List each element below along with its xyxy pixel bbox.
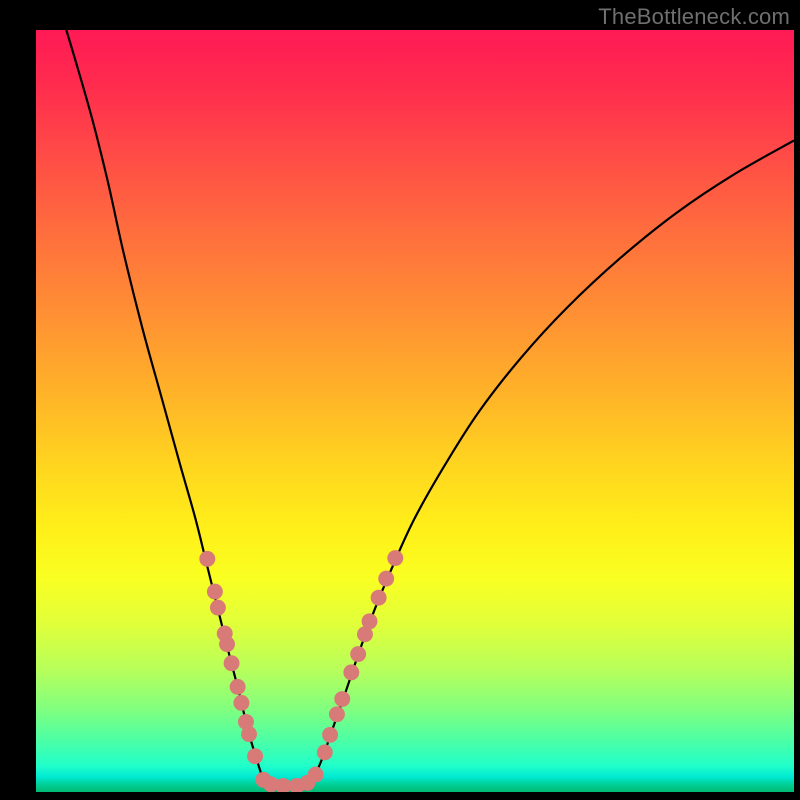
sample-dot (329, 706, 345, 722)
sample-dot (317, 744, 333, 760)
sample-dot (343, 664, 359, 680)
sample-dot (387, 550, 403, 566)
sample-dot (247, 748, 263, 764)
sample-dot (362, 613, 378, 629)
sample-dot (207, 584, 223, 600)
curves-svg (36, 30, 794, 792)
plot-area (36, 30, 794, 792)
sample-dot (219, 636, 235, 652)
sample-dot (334, 691, 350, 707)
chart-container: TheBottleneck.com (0, 0, 800, 800)
watermark-text: TheBottleneck.com (598, 4, 790, 30)
sample-dot (210, 600, 226, 616)
sample-dot (378, 571, 394, 587)
sample-dot (233, 695, 249, 711)
curve-right-arm (313, 140, 794, 780)
sample-dot (350, 646, 366, 662)
sample-dot (371, 590, 387, 606)
sample-dot (322, 727, 338, 743)
sample-dot (241, 726, 257, 742)
sample-dot (199, 551, 215, 567)
sample-dot (308, 767, 324, 783)
sample-dot (230, 679, 246, 695)
sample-dot (224, 655, 240, 671)
